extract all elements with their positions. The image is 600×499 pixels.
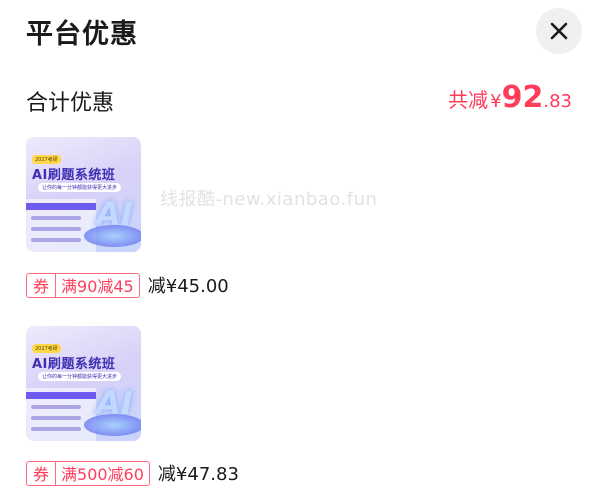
total-discount-amount: 共减 ¥ 92 .83 bbox=[448, 80, 572, 115]
coupon-type: 券 bbox=[27, 461, 57, 485]
coupon-tag: 券 满90减45 bbox=[26, 272, 140, 298]
coupon-type: 券 bbox=[27, 273, 57, 297]
thumbnail-platform-graphic bbox=[84, 225, 141, 247]
coupon-row: 券 满500减60 减¥47.83 bbox=[26, 460, 239, 486]
total-discount-integer: 92 bbox=[501, 80, 544, 115]
total-discount-decimal: .83 bbox=[543, 91, 572, 112]
total-discount-prefix: 共减 bbox=[448, 88, 489, 112]
watermark: 线报酷-new.xianbao.fun bbox=[160, 189, 378, 210]
thumbnail-year-badge: 2027考研 bbox=[32, 344, 61, 353]
thumbnail-feature-panel bbox=[26, 388, 96, 441]
thumbnail-title: AI刷题系统班 bbox=[32, 357, 116, 372]
thumbnail-platform-graphic bbox=[84, 414, 141, 436]
thumbnail-subtitle: 让你的每一分钟都能获得更大进步 bbox=[38, 183, 122, 192]
coupon-discount-amount: 减¥47.83 bbox=[157, 464, 239, 485]
total-discount-label: 合计优惠 bbox=[26, 91, 115, 116]
coupon-tag: 券 满500减60 bbox=[26, 460, 150, 486]
coupon-rule: 满500减60 bbox=[61, 465, 144, 484]
thumbnail-subtitle: 让你的每一分钟都能获得更大进步 bbox=[38, 372, 122, 381]
currency-symbol: ¥ bbox=[490, 91, 502, 112]
coupon-discount-amount: 减¥45.00 bbox=[147, 276, 229, 297]
thumbnail-feature-panel bbox=[26, 199, 96, 252]
coupon-rule: 满90减45 bbox=[61, 277, 134, 296]
product-thumbnail[interactable]: 2027考研 AI刷题系统班 让你的每一分钟都能获得更大进步 AI bbox=[26, 137, 141, 252]
product-thumbnail[interactable]: 2027考研 AI刷题系统班 让你的每一分钟都能获得更大进步 AI bbox=[26, 326, 141, 441]
page-title: 平台优惠 bbox=[26, 19, 138, 50]
close-icon bbox=[550, 22, 568, 40]
coupon-row: 券 满90减45 减¥45.00 bbox=[26, 272, 229, 298]
thumbnail-year-badge: 2027考研 bbox=[32, 155, 61, 164]
close-button[interactable] bbox=[536, 8, 582, 54]
thumbnail-title: AI刷题系统班 bbox=[32, 168, 116, 183]
